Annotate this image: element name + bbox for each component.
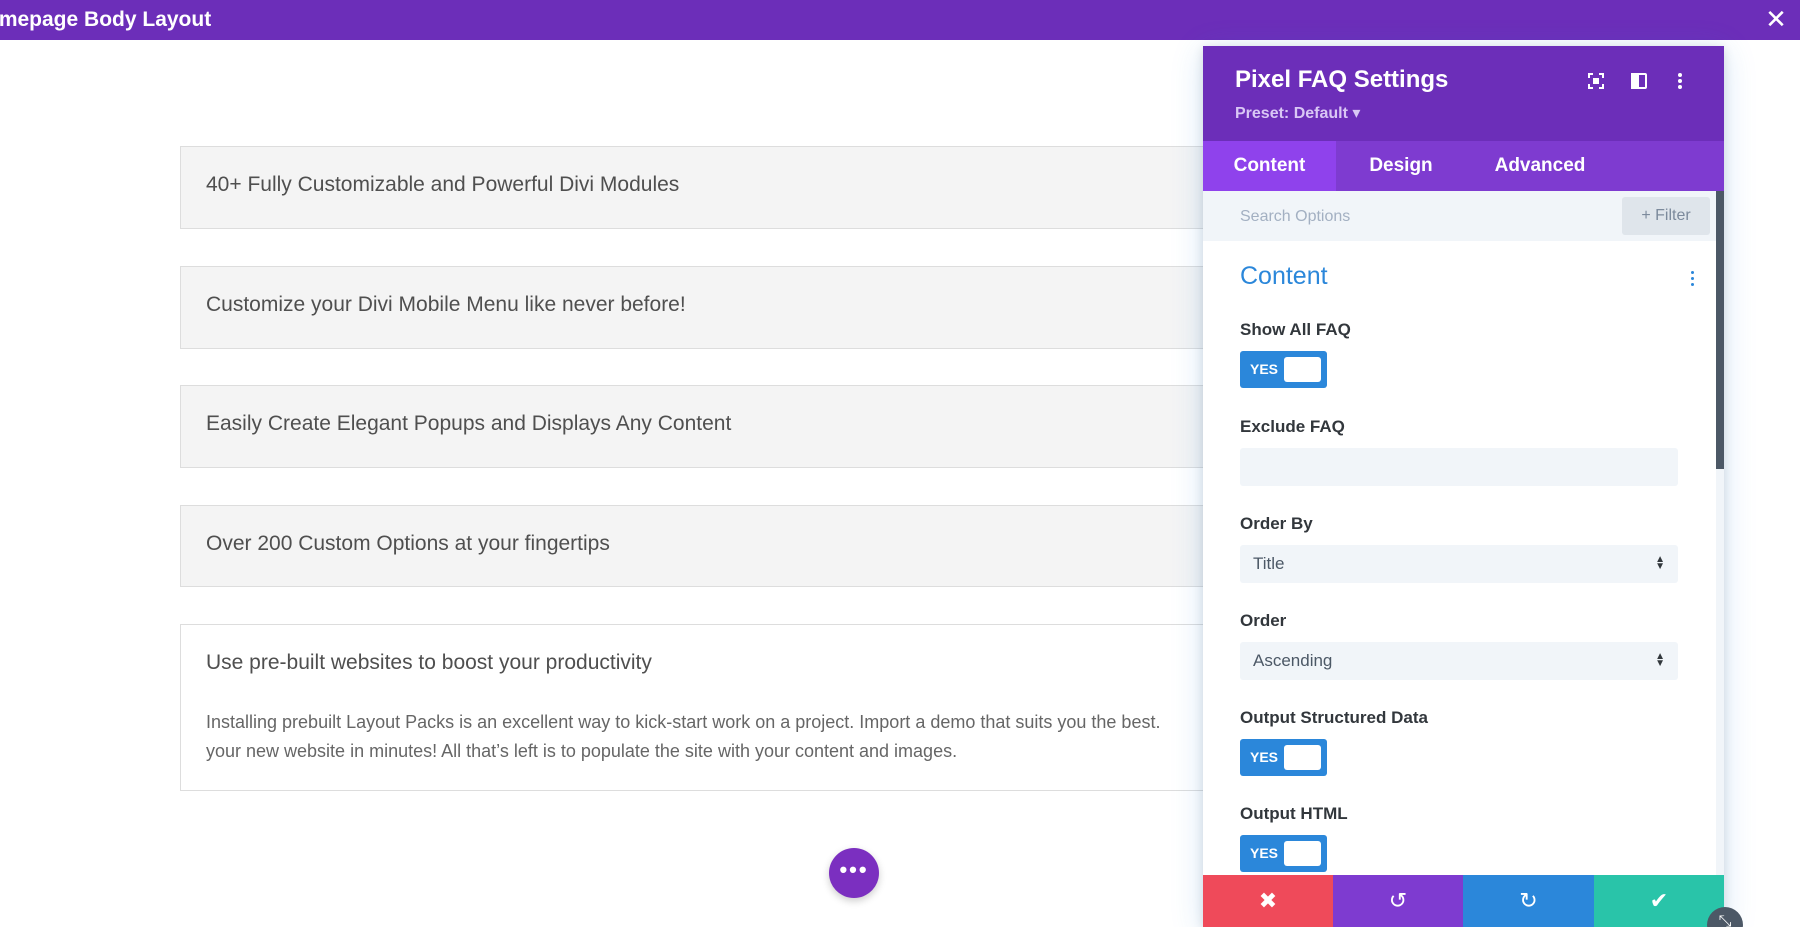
split-view-icon[interactable] [1628, 70, 1650, 92]
section-title[interactable]: Content [1240, 262, 1328, 291]
option-label: Show All FAQ [1240, 320, 1351, 339]
option-label: Output HTML [1240, 804, 1348, 823]
save-button[interactable]: ✔ [1594, 875, 1724, 927]
option-label: Order By [1240, 514, 1313, 533]
panel-footer: ✖ ↺ ↻ ✔ [1203, 875, 1724, 927]
more-options-icon[interactable] [1669, 70, 1691, 92]
filter-button[interactable]: + Filter [1622, 197, 1710, 235]
settings-tabs: Content Design Advanced [1203, 141, 1724, 191]
select-value: Ascending [1253, 651, 1333, 670]
section-menu-icon[interactable] [1690, 271, 1696, 289]
faq-item-title: 40+ Fully Customizable and Powerful Divi… [206, 173, 680, 196]
toggle-knob [1284, 745, 1321, 770]
structured-data-toggle[interactable]: YES [1240, 739, 1327, 776]
exclude-faq-input[interactable] [1240, 448, 1678, 486]
faq-item-answer: Installing prebuilt Layout Packs is an e… [206, 708, 1160, 766]
discard-button[interactable]: ✖ [1203, 875, 1333, 927]
undo-button[interactable]: ↺ [1333, 875, 1463, 927]
option-label: Output Structured Data [1240, 708, 1428, 727]
select-arrows-icon: ▲ ▼ [1655, 554, 1665, 572]
builder-topbar: omepage Body Layout ✕ [0, 0, 1800, 40]
close-icon[interactable]: ✕ [1764, 6, 1788, 32]
tab-content[interactable]: Content [1203, 141, 1336, 191]
options-search-bar: + Filter [1203, 191, 1724, 241]
faq-item-title: Customize your Divi Mobile Menu like nev… [206, 293, 686, 316]
faq-item-title: Easily Create Elegant Popups and Display… [206, 412, 732, 435]
show-all-faq-toggle[interactable]: YES [1240, 351, 1327, 388]
add-module-button[interactable]: ••• [829, 848, 879, 898]
order-select[interactable]: Ascending ▲ ▼ [1240, 642, 1678, 680]
faq-item-title: Over 200 Custom Options at your fingerti… [206, 532, 610, 555]
option-label: Exclude FAQ [1240, 417, 1345, 436]
tab-design[interactable]: Design [1336, 141, 1466, 191]
toggle-state: YES [1250, 845, 1279, 861]
module-settings-panel: Pixel FAQ Settings Preset: Default ▾ Con… [1203, 46, 1724, 927]
toggle-knob [1284, 357, 1321, 382]
select-arrows-icon: ▲ ▼ [1655, 651, 1665, 669]
panel-title: Pixel FAQ Settings [1235, 66, 1449, 93]
preset-selector[interactable]: Preset: Default ▾ [1235, 103, 1360, 123]
select-value: Title [1253, 554, 1285, 573]
toggle-state: YES [1250, 361, 1279, 377]
scrollbar-thumb[interactable] [1716, 191, 1724, 469]
search-options-input[interactable] [1240, 206, 1570, 228]
faq-answer-line: Installing prebuilt Layout Packs is an e… [206, 712, 1161, 732]
faq-item-title: Use pre-built websites to boost your pro… [206, 651, 652, 674]
faq-answer-line: your new website in minutes! All that’s … [206, 741, 958, 761]
toggle-state: YES [1250, 749, 1279, 765]
redo-button[interactable]: ↻ [1463, 875, 1594, 927]
toggle-knob [1284, 841, 1321, 866]
fullscreen-icon[interactable] [1585, 70, 1607, 92]
output-html-toggle[interactable]: YES [1240, 835, 1327, 872]
tab-advanced[interactable]: Advanced [1466, 141, 1614, 191]
panel-header: Pixel FAQ Settings Preset: Default ▾ [1203, 46, 1724, 141]
order-by-select[interactable]: Title ▲ ▼ [1240, 545, 1678, 583]
option-label: Order [1240, 611, 1287, 630]
layout-title: omepage Body Layout [0, 8, 212, 31]
